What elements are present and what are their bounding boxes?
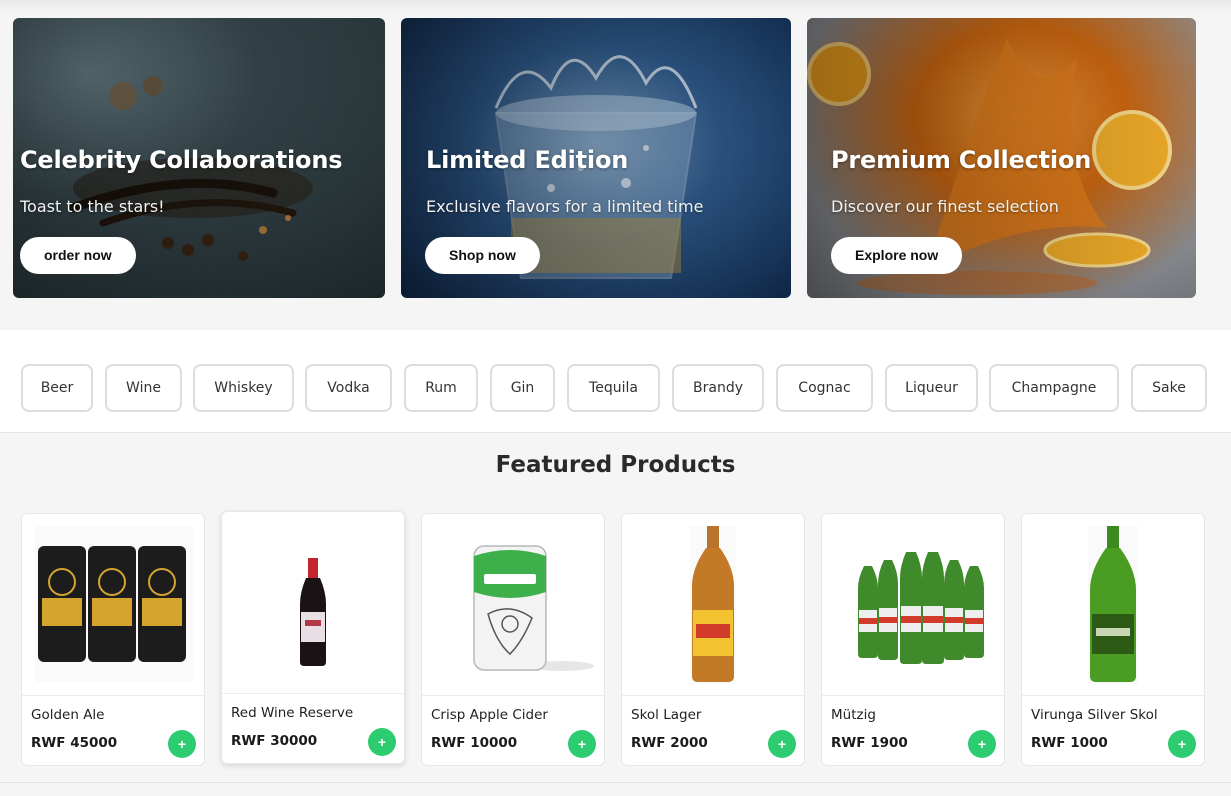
top-shadow bbox=[0, 0, 1231, 14]
category-chip-vodka[interactable]: Vodka bbox=[305, 364, 392, 412]
explore-now-button[interactable]: Explore now bbox=[831, 237, 963, 274]
product-price: RWF 1000 bbox=[1031, 735, 1108, 751]
product-card-virunga-silver-skol[interactable]: Virunga Silver Skol RWF 1000 + bbox=[1021, 513, 1205, 766]
hero-title: Limited Edition bbox=[426, 146, 629, 174]
shop-now-button[interactable]: Shop now bbox=[425, 237, 540, 274]
add-to-cart-button[interactable]: + bbox=[568, 730, 596, 758]
category-section: Beer Wine Whiskey Vodka Rum Gin Tequila … bbox=[0, 330, 1231, 433]
product-image bbox=[622, 514, 804, 696]
category-chip-tequila[interactable]: Tequila bbox=[567, 364, 660, 412]
hero-banner-celebrity[interactable]: Celebrity Collaborations Toast to the st… bbox=[13, 18, 385, 298]
product-name: Mützig bbox=[831, 707, 876, 723]
product-name: Skol Lager bbox=[631, 707, 702, 723]
product-card-crisp-apple-cider[interactable]: Crisp Apple Cider RWF 10000 + bbox=[421, 513, 605, 766]
product-image bbox=[822, 514, 1004, 696]
category-chip-champagne[interactable]: Champagne bbox=[989, 364, 1119, 412]
product-price: RWF 10000 bbox=[431, 735, 518, 751]
product-name: Golden Ale bbox=[31, 707, 105, 723]
product-card-mutzig[interactable]: Mützig RWF 1900 + bbox=[821, 513, 1005, 766]
add-to-cart-button[interactable]: + bbox=[768, 730, 796, 758]
hero-banner-limited[interactable]: Limited Edition Exclusive flavors for a … bbox=[401, 18, 791, 298]
category-chip-whiskey[interactable]: Whiskey bbox=[193, 364, 294, 412]
add-to-cart-button[interactable]: + bbox=[968, 730, 996, 758]
product-name: Red Wine Reserve bbox=[231, 705, 354, 721]
product-card-golden-ale[interactable]: Golden Ale RWF 45000 + bbox=[21, 513, 205, 766]
hero-title: Premium Collection bbox=[831, 146, 1092, 174]
section-divider bbox=[0, 782, 1231, 783]
product-image bbox=[222, 512, 404, 694]
hero-banner-premium[interactable]: Premium Collection Discover our finest s… bbox=[807, 18, 1196, 298]
category-chip-beer[interactable]: Beer bbox=[21, 364, 93, 412]
product-name: Virunga Silver Skol bbox=[1031, 707, 1158, 723]
category-filter-bar: Beer Wine Whiskey Vodka Rum Gin Tequila … bbox=[0, 364, 1231, 412]
category-chip-cognac[interactable]: Cognac bbox=[776, 364, 873, 412]
hero-subtitle: Discover our finest selection bbox=[831, 197, 1059, 216]
product-image bbox=[1022, 514, 1204, 696]
product-image bbox=[422, 514, 604, 696]
product-price: RWF 2000 bbox=[631, 735, 708, 751]
hero-subtitle: Toast to the stars! bbox=[20, 197, 165, 216]
category-chip-gin[interactable]: Gin bbox=[490, 364, 555, 412]
order-now-button[interactable]: order now bbox=[20, 237, 136, 274]
product-price: RWF 1900 bbox=[831, 735, 908, 751]
add-to-cart-button[interactable]: + bbox=[1168, 730, 1196, 758]
category-chip-sake[interactable]: Sake bbox=[1131, 364, 1207, 412]
product-card-red-wine-reserve[interactable]: Red Wine Reserve RWF 30000 + bbox=[221, 511, 405, 764]
hero-title: Celebrity Collaborations bbox=[20, 146, 343, 174]
product-image bbox=[22, 514, 204, 696]
product-name: Crisp Apple Cider bbox=[431, 707, 548, 723]
category-chip-brandy[interactable]: Brandy bbox=[672, 364, 764, 412]
product-price: RWF 45000 bbox=[31, 735, 118, 751]
product-price: RWF 30000 bbox=[231, 733, 318, 749]
hero-banner-row: Celebrity Collaborations Toast to the st… bbox=[13, 18, 1213, 298]
category-chip-liqueur[interactable]: Liqueur bbox=[885, 364, 978, 412]
add-to-cart-button[interactable]: + bbox=[168, 730, 196, 758]
featured-products-heading: Featured Products bbox=[495, 452, 736, 478]
add-to-cart-button[interactable]: + bbox=[368, 728, 396, 756]
category-chip-rum[interactable]: Rum bbox=[404, 364, 478, 412]
product-card-skol-lager[interactable]: Skol Lager RWF 2000 + bbox=[621, 513, 805, 766]
hero-subtitle: Exclusive flavors for a limited time bbox=[426, 197, 704, 216]
category-chip-wine[interactable]: Wine bbox=[105, 364, 182, 412]
